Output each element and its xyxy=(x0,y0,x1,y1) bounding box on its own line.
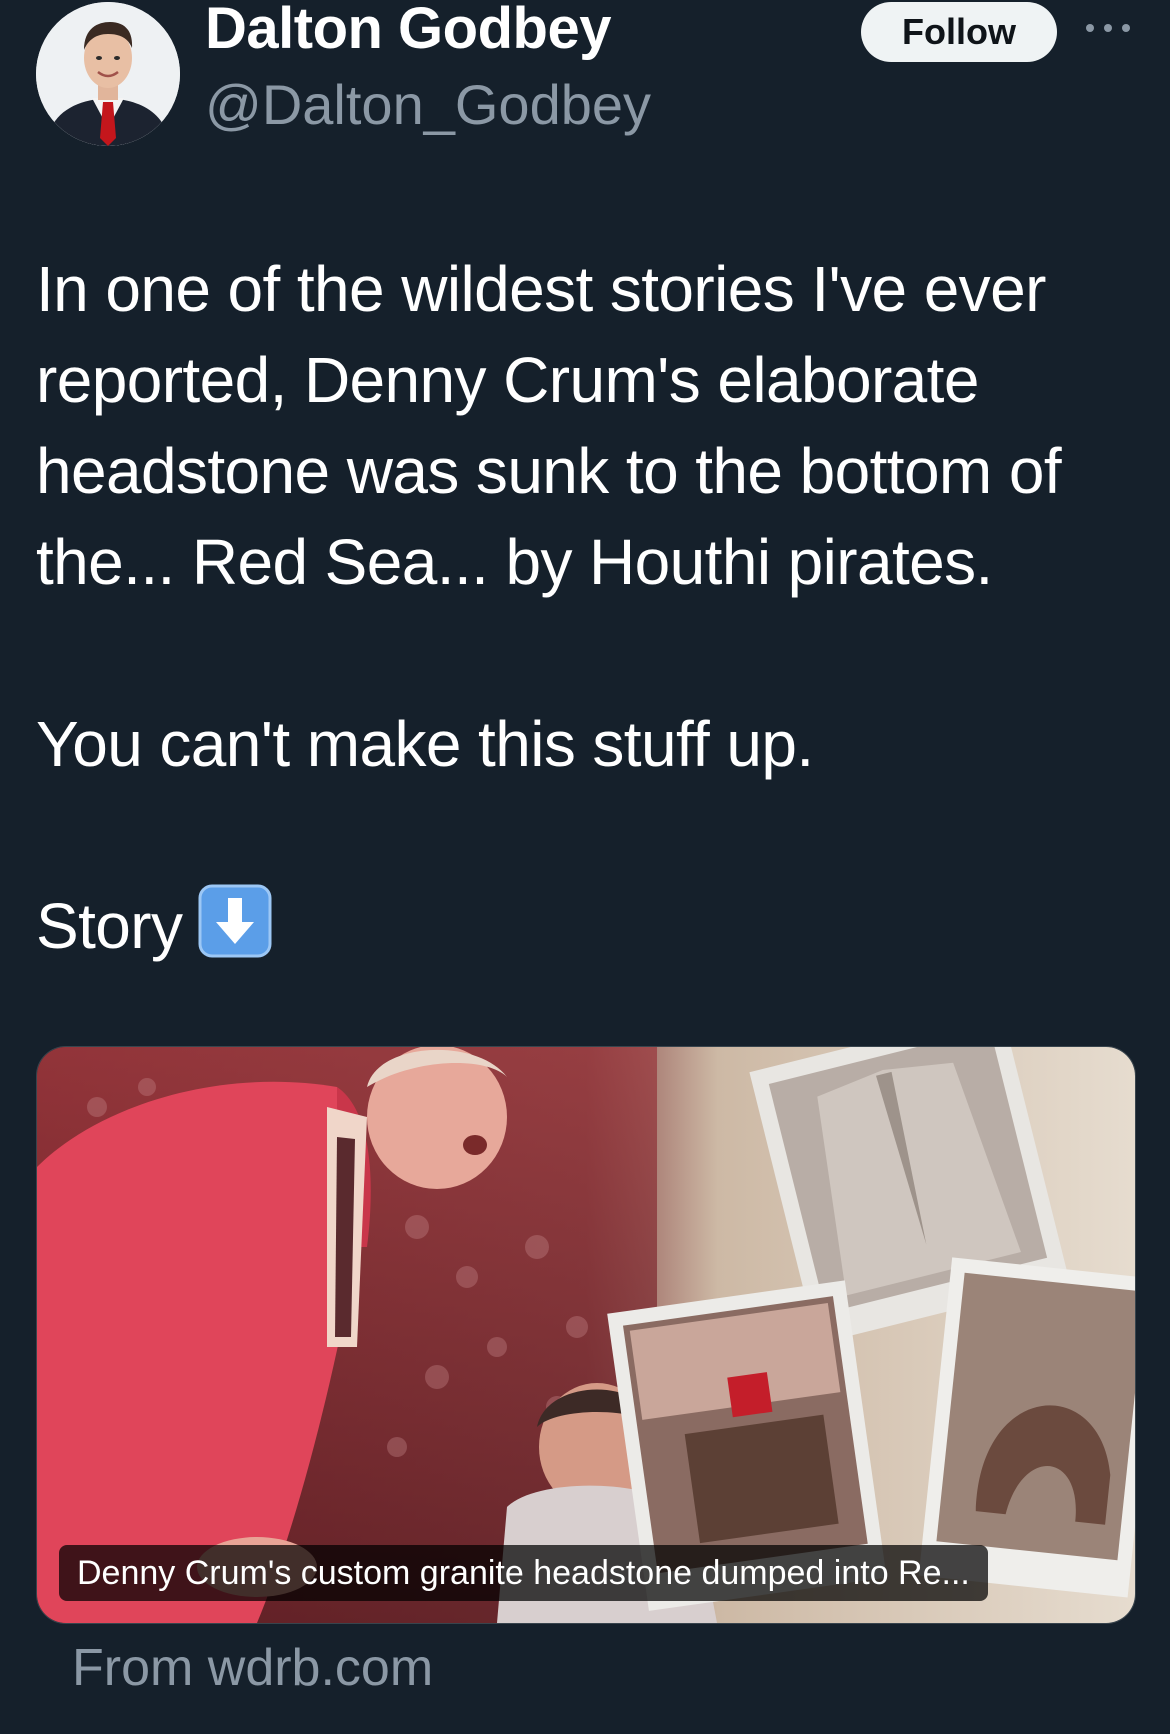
tweet-paragraph: You can't make this stuff up. xyxy=(36,708,814,780)
follow-button[interactable]: Follow xyxy=(861,2,1057,62)
more-dot xyxy=(1086,24,1094,32)
card-caption: Denny Crum's custom granite headstone du… xyxy=(59,1545,988,1601)
tweet-paragraph: In one of the wildest stories I've ever … xyxy=(36,253,1062,598)
more-dot xyxy=(1122,24,1130,32)
more-horizontal-icon[interactable] xyxy=(1086,16,1130,40)
avatar[interactable] xyxy=(36,2,180,146)
card-image xyxy=(37,1047,1135,1623)
tweet-text: In one of the wildest stories I've ever … xyxy=(36,244,1146,972)
tweet-paragraph-story: Story xyxy=(36,881,1146,972)
card-source[interactable]: From wdrb.com xyxy=(72,1636,433,1700)
down-arrow-icon xyxy=(198,884,272,958)
avatar-image xyxy=(36,2,180,146)
author-display-name[interactable]: Dalton Godbey xyxy=(205,0,611,64)
link-card[interactable]: Denny Crum's custom granite headstone du… xyxy=(36,1046,1136,1624)
story-label: Story xyxy=(36,890,183,962)
author-handle[interactable]: @Dalton_Godbey xyxy=(205,70,651,140)
more-dot xyxy=(1104,24,1112,32)
